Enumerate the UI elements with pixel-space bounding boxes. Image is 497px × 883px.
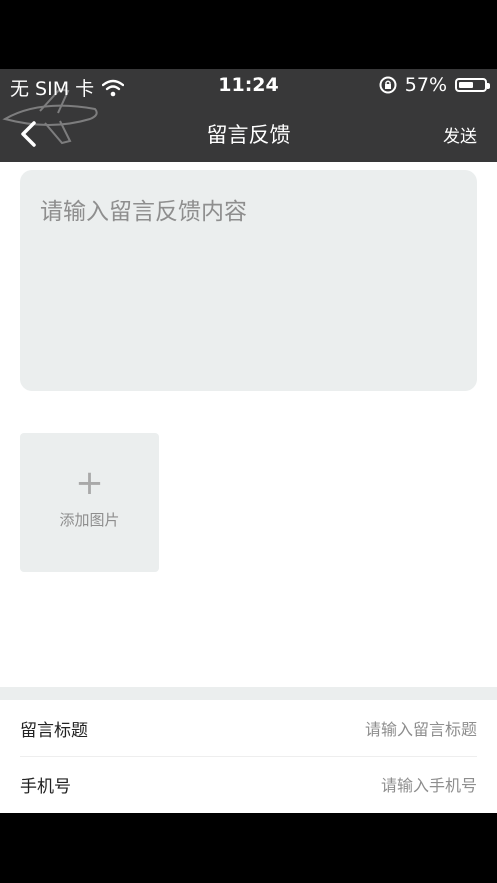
top-black-area <box>0 0 497 69</box>
navigation-bar: 留言反馈 发送 <box>0 105 497 162</box>
section-divider <box>0 687 497 700</box>
add-photo-button[interactable]: + 添加图片 <box>20 433 159 572</box>
feedback-textarea[interactable]: 请输入留言反馈内容 <box>20 170 477 391</box>
battery-percent: 57% <box>404 74 447 96</box>
app-header: 无 SIM 卡 11:24 57% 留言反馈 发送 <box>0 69 497 162</box>
phone-input[interactable]: 请输入手机号 <box>381 772 477 796</box>
title-input[interactable]: 请输入留言标题 <box>365 716 477 740</box>
feedback-placeholder: 请输入留言反馈内容 <box>40 199 247 225</box>
orientation-lock-icon <box>379 76 397 94</box>
battery-fill <box>459 82 473 88</box>
title-field-row: 留言标题 请输入留言标题 <box>0 700 497 756</box>
plus-icon: + <box>75 463 104 503</box>
main-content: 请输入留言反馈内容 + 添加图片 留言标题 请输入留言标题 手机号 请输入手机号 <box>0 162 497 813</box>
phone-field-label: 手机号 <box>20 776 71 797</box>
add-photo-label: 添加图片 <box>59 511 120 529</box>
send-button[interactable]: 发送 <box>443 122 477 147</box>
title-field-label: 留言标题 <box>20 720 88 741</box>
phone-field-row: 手机号 请输入手机号 <box>0 756 497 812</box>
status-bar: 无 SIM 卡 11:24 57% <box>0 69 497 103</box>
battery-icon <box>455 78 490 92</box>
bottom-black-area <box>0 813 497 883</box>
page-title: 留言反馈 <box>206 123 291 147</box>
